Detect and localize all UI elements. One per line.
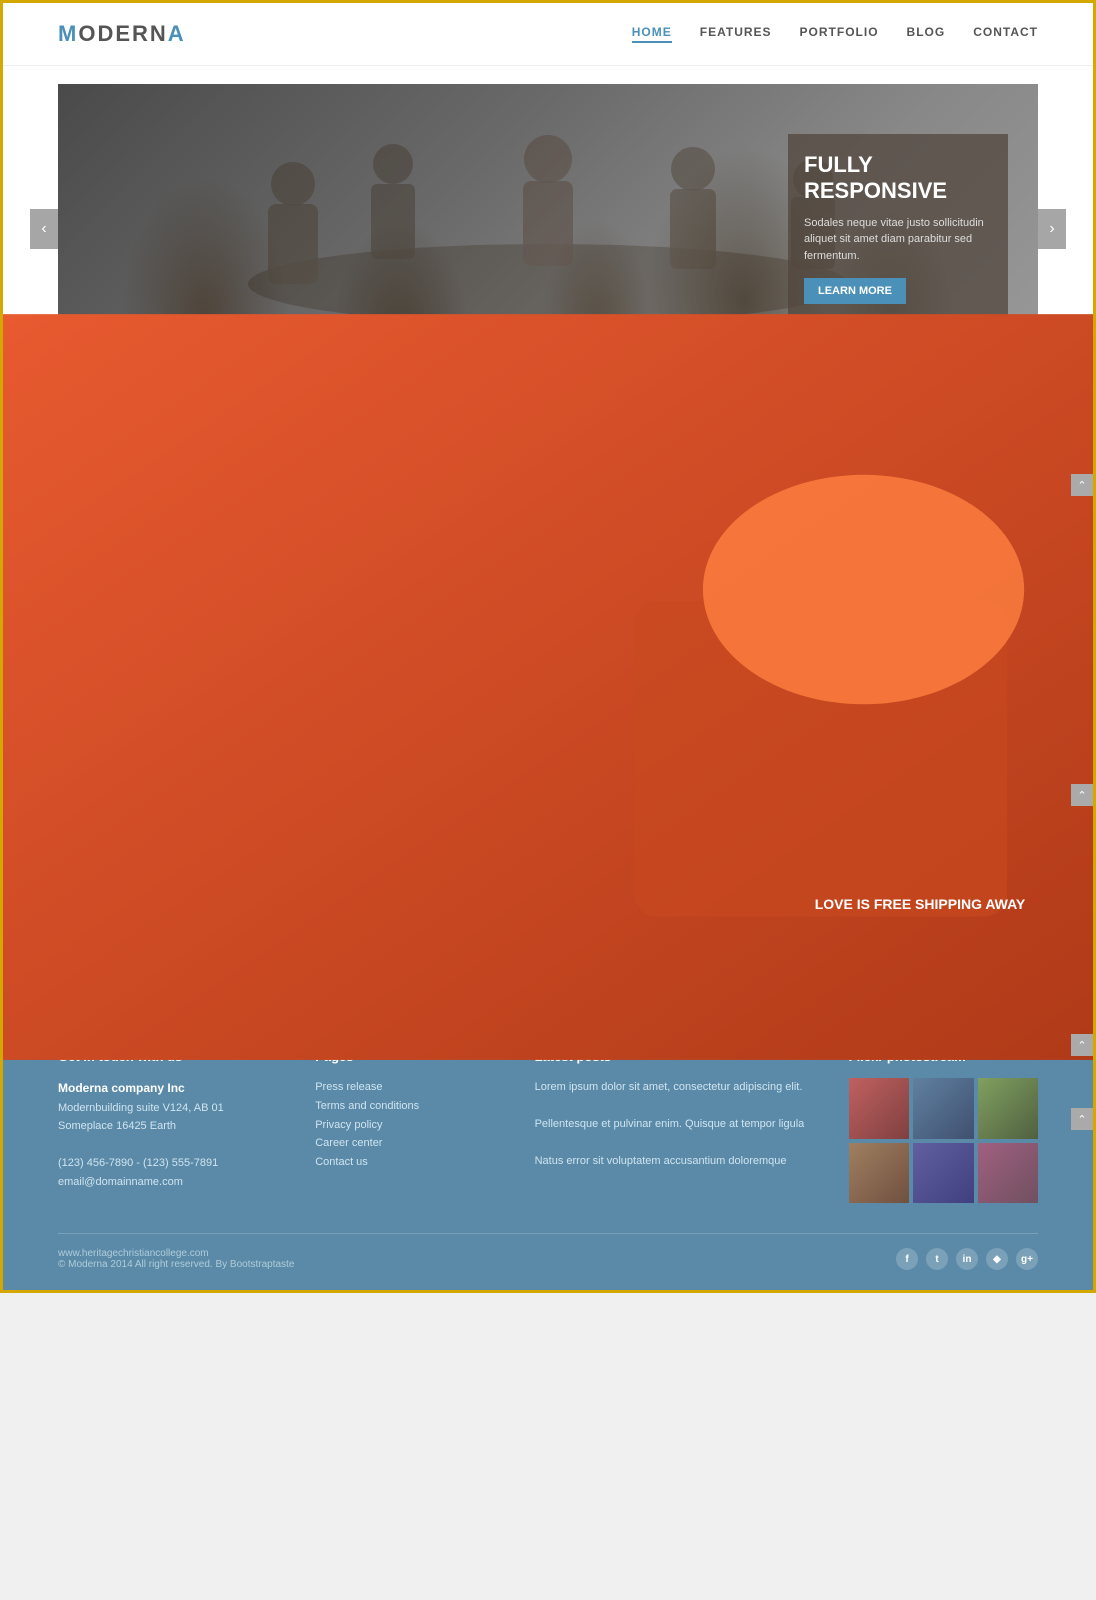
nav-portfolio[interactable]: PORTFOLIO [800,25,879,43]
logo-text: ODERN [78,21,167,46]
header: MODERNA HOME FEATURES PORTFOLIO BLOG CON… [3,3,1093,66]
work-text-4: LOVE IS FREE SHIPPING AWAY [805,885,1036,923]
logo-icon: M [58,21,78,46]
scroll-up-button-2[interactable]: ⌃ [1071,784,1093,806]
recent-works-section: Recent Works [3,768,1093,1009]
logo[interactable]: MODERNA [58,21,186,47]
nav-contact[interactable]: CONTACT [973,25,1038,43]
main-content: FULLY RESPONSIVE Sodales neque vitae jus… [3,84,1093,1290]
work-image-4: LOVE IS FREE SHIPPING AWAY [802,839,1038,969]
hero-prev-button[interactable]: ‹ [30,209,58,249]
logo-a: A [168,21,186,46]
main-nav: HOME FEATURES PORTFOLIO BLOG CONTACT [632,25,1038,43]
work-item-4[interactable]: LOVE IS FREE SHIPPING AWAY [802,839,1038,969]
scroll-up-button-4[interactable]: ⌃ [1071,1108,1093,1130]
nav-blog[interactable]: BLOG [907,25,946,43]
nav-home[interactable]: HOME [632,25,672,43]
nav-features[interactable]: FEATURES [700,25,772,43]
scroll-up-button-3[interactable]: ⌃ [1071,1034,1093,1056]
scroll-up-button-1[interactable]: ⌃ [1071,474,1093,496]
works-grid: Step 1 expert Showcase Site demo for med… [58,839,1038,969]
hero-next-button[interactable]: › [1038,209,1066,249]
